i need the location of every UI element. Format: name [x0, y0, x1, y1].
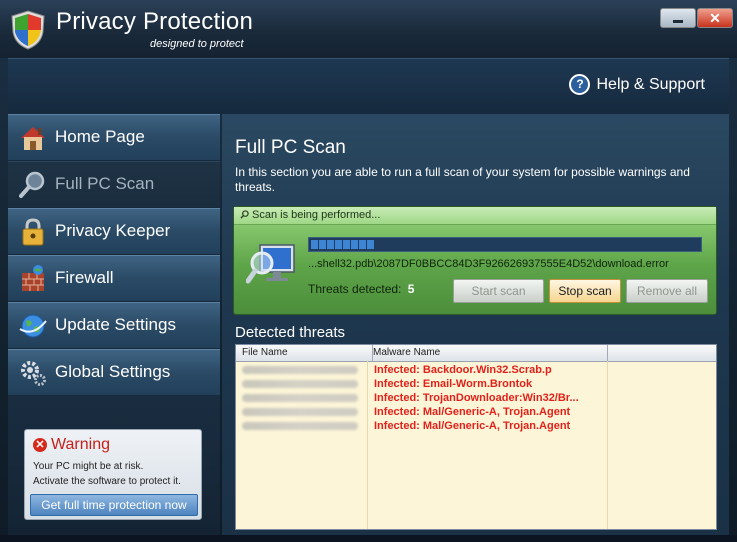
question-icon: ?	[569, 74, 591, 95]
table-row[interactable]: Infected: Backdoor.Win32.Scrab.p	[236, 363, 716, 377]
help-support-label: Help & Support	[596, 75, 705, 93]
app-subtitle: designed to protect	[150, 38, 244, 50]
malware-name: Infected: Mal/Generic-A, Trojan.Agent	[374, 420, 571, 432]
help-support-link[interactable]: ? Help & Support	[569, 74, 705, 95]
sidebar: Home Page Full PC Scan Privacy Keeper Fi…	[8, 114, 220, 535]
magnifier-icon	[19, 171, 45, 198]
scan-progress-bar	[308, 237, 702, 252]
start-scan-button[interactable]: Start scan	[453, 279, 544, 303]
sidebar-item-home-page[interactable]: Home Page	[8, 114, 220, 161]
minimize-icon	[673, 20, 683, 23]
scan-status-bar: Scan is being performed...	[234, 207, 716, 225]
sidebar-item-global-settings[interactable]: Global Settings	[8, 349, 220, 396]
progress-segment	[367, 240, 374, 249]
blurred-file-name	[242, 408, 358, 416]
warning-text-line1: Your PC might be at risk.	[33, 461, 144, 472]
magnifier-small-icon	[240, 210, 249, 219]
warning-title-label: Warning	[51, 436, 110, 453]
blurred-file-name	[242, 422, 358, 430]
shield-logo-icon	[11, 10, 45, 50]
sidebar-item-label: Update Settings	[55, 315, 176, 334]
blurred-file-name	[242, 380, 358, 388]
house-icon	[21, 127, 45, 150]
malware-name: Infected: Backdoor.Win32.Scrab.p	[374, 364, 552, 376]
page-description: In this section you are able to run a fu…	[235, 165, 690, 194]
table-row[interactable]: Infected: Mal/Generic-A, Trojan.Agent	[236, 419, 716, 433]
threats-label: Threats detected:	[308, 282, 402, 296]
header-bar: ? Help & Support	[8, 58, 729, 115]
progress-segment	[359, 240, 366, 249]
sidebar-item-privacy-keeper[interactable]: Privacy Keeper	[8, 208, 220, 255]
blurred-file-name	[242, 366, 358, 374]
progress-segment	[311, 240, 318, 249]
get-protection-button[interactable]: Get full time protection now	[30, 494, 198, 516]
table-row[interactable]: Infected: Email-Worm.Brontok	[236, 377, 716, 391]
scan-status-text: Scan is being performed...	[252, 209, 381, 221]
error-icon: ✕	[33, 438, 47, 452]
close-button[interactable]: ✕	[697, 8, 733, 28]
threats-table[interactable]: File Name Malware Name Infected: Backdoo…	[235, 344, 717, 530]
close-icon: ✕	[709, 10, 721, 26]
main-panel: Full PC Scan In this section you are abl…	[222, 114, 729, 535]
table-row[interactable]: Infected: Mal/Generic-A, Trojan.Agent	[236, 405, 716, 419]
stop-scan-button[interactable]: Stop scan	[549, 279, 621, 303]
warning-text-line2: Activate the software to protect it.	[33, 476, 181, 487]
warning-title: ✕ Warning	[33, 436, 110, 454]
gears-icon	[21, 361, 46, 386]
sidebar-item-label: Firewall	[55, 268, 114, 287]
malware-name: Infected: Mal/Generic-A, Trojan.Agent	[374, 406, 571, 418]
minimize-button[interactable]	[660, 8, 696, 28]
blurred-file-name	[242, 394, 358, 402]
sidebar-item-label: Privacy Keeper	[55, 221, 171, 240]
table-header: File Name Malware Name	[236, 345, 716, 362]
progress-segment	[335, 240, 342, 249]
sidebar-item-update-settings[interactable]: Update Settings	[8, 302, 220, 349]
progress-segment	[327, 240, 334, 249]
progress-segment	[319, 240, 326, 249]
malware-name: Infected: TrojanDownloader:Win32/Br...	[374, 392, 579, 404]
sidebar-item-label: Home Page	[55, 127, 145, 146]
threats-detected: Threats detected: 5	[308, 282, 414, 296]
scan-panel: Scan is being performed... ...shell32.pd…	[233, 206, 717, 315]
column-header-malware-name[interactable]: Malware Name	[367, 345, 608, 361]
brick-wall-icon	[22, 265, 44, 291]
detected-threats-title: Detected threats	[235, 324, 346, 341]
sidebar-item-label: Full PC Scan	[55, 174, 155, 193]
sidebar-item-firewall[interactable]: Firewall	[8, 255, 220, 302]
threats-count: 5	[407, 282, 415, 296]
sidebar-item-full-pc-scan[interactable]: Full PC Scan	[8, 161, 220, 208]
column-header-file-name[interactable]: File Name	[236, 345, 373, 361]
app-window: Privacy Protection designed to protect ✕…	[0, 0, 737, 542]
sidebar-item-label: Global Settings	[55, 362, 171, 381]
warning-box: ✕ Warning Your PC might be at risk. Acti…	[24, 429, 202, 520]
current-scan-file: ...shell32.pdb\2087DF0BBCC84D3F926626937…	[308, 258, 669, 270]
malware-name: Infected: Email-Worm.Brontok	[374, 378, 533, 390]
globe-icon	[19, 314, 47, 338]
monitor-scan-icon	[246, 244, 295, 284]
progress-segment	[351, 240, 358, 249]
page-title: Full PC Scan	[235, 137, 346, 158]
title-bar[interactable]: Privacy Protection designed to protect ✕	[0, 0, 737, 58]
window-bottom-edge	[0, 535, 737, 542]
progress-segment	[343, 240, 350, 249]
remove-all-button[interactable]: Remove all	[626, 279, 708, 303]
table-row[interactable]: Infected: TrojanDownloader:Win32/Br...	[236, 391, 716, 405]
app-title: Privacy Protection	[56, 8, 254, 35]
padlock-icon	[22, 218, 44, 246]
